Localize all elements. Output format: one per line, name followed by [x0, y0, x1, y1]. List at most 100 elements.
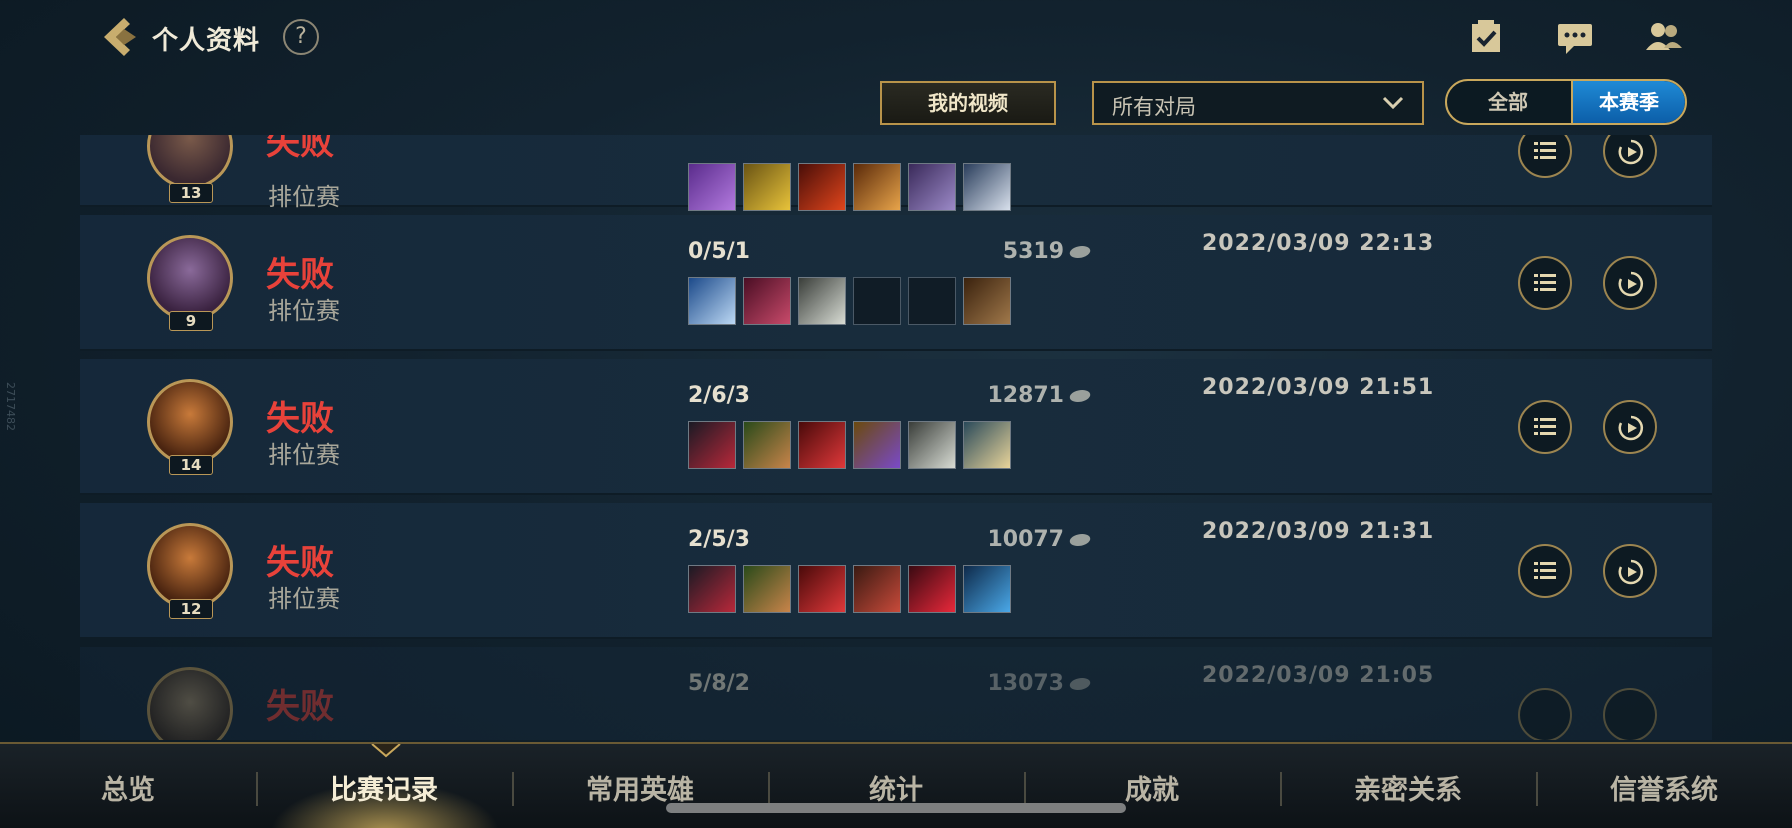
replay-button[interactable]: [1603, 135, 1657, 178]
gold-icon: [1067, 534, 1093, 546]
item-slot[interactable]: [688, 565, 736, 613]
gold-icon: [1067, 678, 1093, 690]
gold-value: 12871: [987, 383, 1064, 408]
item-slot[interactable]: [853, 565, 901, 613]
bottom-tab-bar: 总览 比赛记录 常用英雄 统计 成就 亲密关系 信誉系统: [0, 742, 1792, 828]
list-item[interactable]: 失败 5/8/2 13073 2022/03/09 21:05: [80, 647, 1712, 740]
list-item[interactable]: 12 失败 排位赛 2/5/3 10077 2022/03/09 21:31: [80, 503, 1712, 639]
match-date: 2022/03/09 21:05: [1202, 663, 1435, 688]
item-slot[interactable]: [743, 163, 791, 211]
item-slot[interactable]: [688, 421, 736, 469]
replay-button[interactable]: [1603, 544, 1657, 598]
match-mode: 排位赛: [268, 441, 340, 469]
gold-earned: 13073: [910, 671, 1093, 696]
list-item[interactable]: 14 失败 排位赛 2/6/3 12871 2022/03/09 21:51: [80, 359, 1712, 495]
match-mode: 排位赛: [268, 585, 340, 613]
list-item[interactable]: 9 失败 排位赛 0/5/1 5319 2022/03/09 22:13: [80, 215, 1712, 351]
details-button[interactable]: [1518, 256, 1572, 310]
item-slot[interactable]: [963, 565, 1011, 613]
replay-button[interactable]: [1603, 688, 1657, 740]
my-video-button[interactable]: 我的视频: [880, 81, 1056, 125]
tab-match-history[interactable]: 比赛记录: [256, 768, 512, 807]
item-slot[interactable]: [743, 565, 791, 613]
match-result: 失败: [266, 135, 334, 163]
checklist-icon[interactable]: [1468, 18, 1508, 56]
item-slot[interactable]: [963, 421, 1011, 469]
list-icon: [1534, 274, 1556, 291]
item-slot[interactable]: [798, 565, 846, 613]
active-tab-caret-icon: [371, 744, 401, 758]
details-button[interactable]: [1518, 135, 1572, 178]
chat-icon[interactable]: [1556, 18, 1596, 56]
match-filter-value: 所有对局: [1112, 95, 1196, 119]
chevron-down-icon: [1382, 96, 1404, 110]
item-slot[interactable]: [853, 163, 901, 211]
tab-stats[interactable]: 统计: [768, 768, 1024, 807]
tab-relationships[interactable]: 亲密关系: [1280, 768, 1536, 807]
page-title: 个人资料: [152, 26, 261, 56]
match-mode: 排位赛: [268, 297, 340, 325]
item-slot[interactable]: [963, 277, 1011, 325]
item-slot[interactable]: [743, 421, 791, 469]
level-badge: 14: [169, 455, 213, 475]
item-slot[interactable]: [688, 163, 736, 211]
gold-value: 10077: [987, 527, 1064, 552]
toggle-all[interactable]: 全部: [1447, 81, 1569, 123]
tab-overview[interactable]: 总览: [0, 768, 256, 807]
item-slot[interactable]: [963, 163, 1011, 211]
avatar: [147, 667, 233, 740]
kda-text: 0/5/1: [688, 239, 750, 264]
match-list[interactable]: 13 失败 排位赛 9 失败 排位赛 0/5/1 5319 2022/03/09…: [80, 135, 1712, 740]
level-badge: 9: [169, 311, 213, 331]
replay-icon: [1618, 415, 1644, 441]
replay-button[interactable]: [1603, 400, 1657, 454]
toggle-season[interactable]: 本赛季: [1571, 81, 1685, 123]
gold-earned: 12871: [910, 383, 1093, 408]
item-slot[interactable]: [688, 277, 736, 325]
list-item[interactable]: 13 失败 排位赛: [80, 135, 1712, 211]
kda-text: 2/5/3: [688, 527, 750, 552]
match-result: 失败: [266, 687, 334, 727]
back-arrow-icon[interactable]: [96, 14, 142, 60]
avatar: [147, 135, 233, 189]
tab-achievements[interactable]: 成就: [1024, 768, 1280, 807]
replay-icon: [1618, 139, 1644, 165]
item-slot[interactable]: [908, 277, 956, 325]
item-slot[interactable]: [798, 277, 846, 325]
item-slot[interactable]: [908, 163, 956, 211]
kda-text: 5/8/2: [688, 671, 750, 696]
gold-value: 13073: [987, 671, 1064, 696]
tab-reputation[interactable]: 信誉系统: [1536, 768, 1792, 807]
top-bar: 个人资料 ?: [0, 0, 1792, 75]
details-button[interactable]: [1518, 544, 1572, 598]
gold-earned: 5319: [910, 239, 1093, 264]
friends-icon[interactable]: [1644, 18, 1684, 56]
tab-common-heroes[interactable]: 常用英雄: [512, 768, 768, 807]
list-icon: [1534, 142, 1556, 159]
gold-earned: 10077: [910, 527, 1093, 552]
item-slot[interactable]: [743, 277, 791, 325]
item-slot[interactable]: [798, 421, 846, 469]
details-button[interactable]: [1518, 400, 1572, 454]
replay-icon: [1618, 271, 1644, 297]
side-id-text: 2717482: [4, 382, 17, 431]
details-button[interactable]: [1518, 688, 1572, 740]
list-icon: [1534, 418, 1556, 435]
match-result: 失败: [266, 255, 334, 295]
home-indicator[interactable]: [666, 803, 1126, 813]
level-badge: 13: [169, 183, 213, 203]
avatar: [147, 235, 233, 321]
help-icon[interactable]: ?: [283, 19, 319, 55]
replay-button[interactable]: [1603, 256, 1657, 310]
item-slot[interactable]: [908, 565, 956, 613]
item-slot[interactable]: [798, 163, 846, 211]
match-filter-dropdown[interactable]: 所有对局: [1092, 81, 1424, 125]
item-slot[interactable]: [908, 421, 956, 469]
item-slot[interactable]: [853, 421, 901, 469]
gold-icon: [1067, 390, 1093, 402]
match-date: 2022/03/09 21:51: [1202, 375, 1435, 400]
avatar: [147, 523, 233, 609]
avatar: [147, 379, 233, 465]
match-result: 失败: [266, 543, 334, 583]
item-slot[interactable]: [853, 277, 901, 325]
